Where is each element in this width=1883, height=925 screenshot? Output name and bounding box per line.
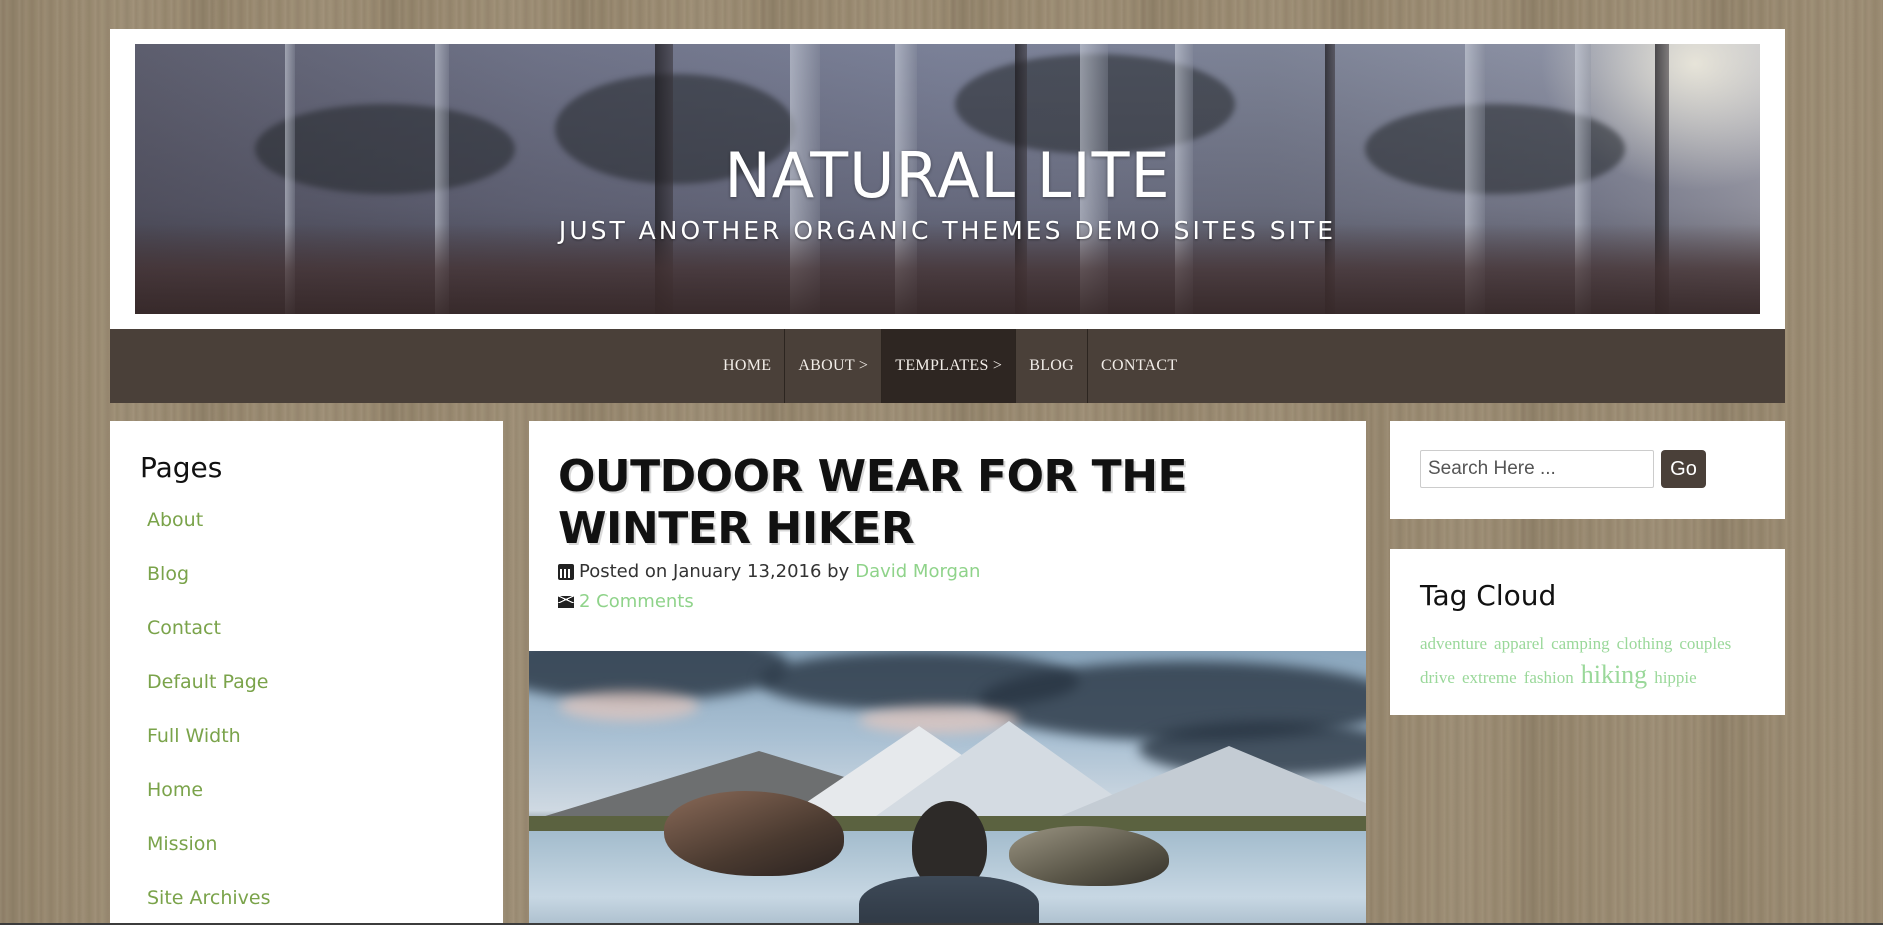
page-link-site-archives[interactable]: Site Archives — [147, 887, 271, 909]
site-header: NATURAL LITE JUST ANOTHER ORGANIC THEMES… — [110, 29, 1785, 329]
post-title[interactable]: OUTDOOR WEAR FOR THE WINTER HIKER — [558, 451, 1348, 555]
featured-image[interactable] — [529, 651, 1366, 925]
pages-heading: Pages — [140, 451, 223, 484]
nav-item-templates[interactable]: TEMPLATES > — [881, 329, 1016, 403]
header-banner-image: NATURAL LITE JUST ANOTHER ORGANIC THEMES… — [135, 44, 1760, 314]
search-input[interactable] — [1420, 450, 1654, 488]
tag-clothing[interactable]: clothing — [1617, 634, 1673, 653]
tag-hiking[interactable]: hiking — [1581, 660, 1647, 689]
nav-item-blog[interactable]: BLOG — [1015, 329, 1087, 403]
tag-hippie[interactable]: hippie — [1654, 668, 1697, 687]
pages-widget: Pages About Blog Contact Default Page Fu… — [110, 421, 503, 925]
page-link-contact[interactable]: Contact — [147, 617, 221, 639]
site-title[interactable]: NATURAL LITE — [135, 139, 1760, 212]
tag-cloud-list: adventure apparel camping clothing coupl… — [1420, 629, 1765, 694]
post-date-line: Posted on January 13,2016 by David Morga… — [558, 561, 980, 582]
tag-extreme[interactable]: extreme — [1462, 668, 1517, 687]
comments-link[interactable]: 2 Comments — [579, 591, 694, 612]
page-link-mission[interactable]: Mission — [147, 833, 217, 855]
search-widget: Go — [1390, 421, 1785, 519]
page-link-home[interactable]: Home — [147, 779, 203, 801]
tag-cloud-heading: Tag Cloud — [1420, 579, 1557, 612]
page-link-blog[interactable]: Blog — [147, 563, 189, 585]
site-tagline: JUST ANOTHER ORGANIC THEMES DEMO SITES S… — [558, 216, 1337, 245]
page-link-default-page[interactable]: Default Page — [147, 671, 268, 693]
main-navigation: HOME ABOUT > TEMPLATES > BLOG CONTACT — [110, 329, 1785, 403]
nav-item-about[interactable]: ABOUT > — [784, 329, 881, 403]
envelope-icon — [558, 595, 574, 608]
nav-item-contact[interactable]: CONTACT — [1087, 329, 1190, 403]
post-comments-line: 2 Comments — [558, 591, 694, 612]
posted-on-text: Posted on January 13,2016 by — [579, 561, 850, 582]
calendar-icon — [558, 563, 574, 580]
author-link[interactable]: David Morgan — [855, 561, 980, 582]
tag-fashion[interactable]: fashion — [1524, 668, 1574, 687]
nav-menu: HOME ABOUT > TEMPLATES > BLOG CONTACT — [710, 329, 1190, 403]
tag-couples[interactable]: couples — [1679, 634, 1731, 653]
tag-cloud-widget: Tag Cloud adventure apparel camping clot… — [1390, 549, 1785, 715]
page-link-full-width[interactable]: Full Width — [147, 725, 241, 747]
tag-drive[interactable]: drive — [1420, 668, 1455, 687]
tag-camping[interactable]: camping — [1551, 634, 1610, 653]
search-go-button[interactable]: Go — [1661, 450, 1706, 488]
page-link-about[interactable]: About — [147, 509, 203, 531]
nav-item-home[interactable]: HOME — [710, 329, 784, 403]
tag-apparel[interactable]: apparel — [1494, 634, 1544, 653]
post-article: OUTDOOR WEAR FOR THE WINTER HIKER Posted… — [529, 421, 1366, 925]
tag-adventure[interactable]: adventure — [1420, 634, 1487, 653]
